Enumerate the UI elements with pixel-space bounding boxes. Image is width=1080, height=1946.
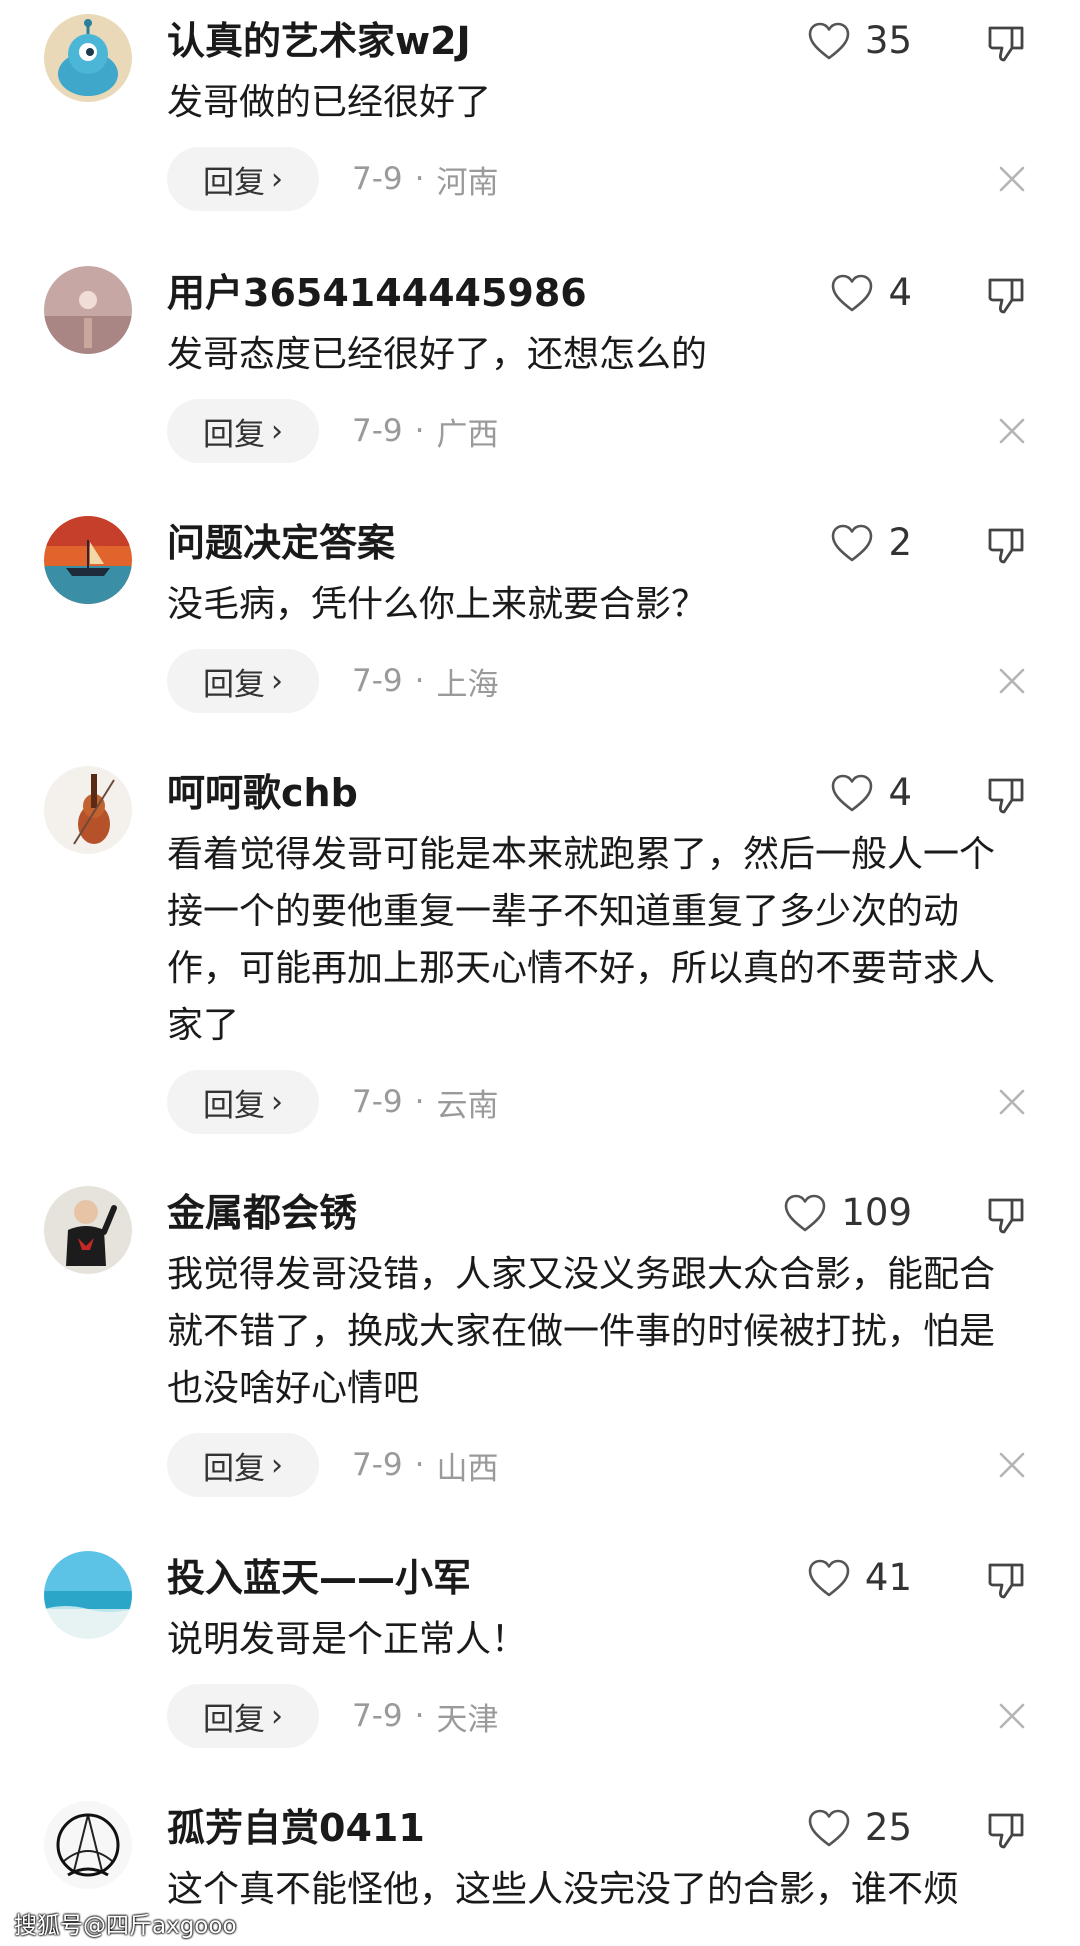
dislike-icon[interactable] bbox=[986, 774, 1028, 816]
like-button[interactable]: 35 bbox=[807, 16, 912, 66]
dislike-icon[interactable] bbox=[986, 524, 1028, 566]
username[interactable]: 呵呵歌chb bbox=[167, 770, 358, 816]
comment-text: 我觉得发哥没错，人家又没义务跟大众合影，能配合就不错了，换成大家在做一件事的时候… bbox=[167, 1254, 996, 1409]
heart-icon bbox=[808, 1809, 850, 1847]
chevron-right-icon: › bbox=[271, 1084, 283, 1120]
username[interactable]: 问题决定答案 bbox=[167, 520, 395, 566]
close-icon[interactable] bbox=[997, 1087, 1027, 1117]
like-button[interactable]: 41 bbox=[807, 1553, 912, 1603]
reply-button[interactable]: 回复 › bbox=[167, 649, 319, 713]
comment-date: 7-9 bbox=[352, 1698, 403, 1734]
comment-location: 天津 bbox=[436, 1701, 499, 1738]
heart-icon bbox=[808, 22, 850, 60]
chevron-right-icon: › bbox=[271, 413, 283, 449]
like-count: 35 bbox=[864, 19, 912, 62]
user-avatar[interactable] bbox=[44, 266, 132, 354]
heart-icon bbox=[808, 1559, 850, 1597]
comment-text: 说明发哥是个正常人！ bbox=[167, 1619, 528, 1660]
comment-date: 7-9 bbox=[352, 161, 403, 197]
dislike-icon[interactable] bbox=[986, 274, 1028, 316]
meta-separator: · bbox=[414, 1698, 425, 1734]
heart-icon bbox=[832, 774, 873, 812]
comment-meta: 回复 › 7-9 · 山西 bbox=[167, 1433, 499, 1497]
like-button[interactable]: 109 bbox=[783, 1188, 912, 1238]
reply-label: 回复 bbox=[203, 164, 265, 201]
comment-location: 广西 bbox=[436, 416, 499, 453]
like-button[interactable]: 25 bbox=[807, 1803, 912, 1853]
comment-location: 上海 bbox=[436, 666, 499, 703]
meta-separator: · bbox=[414, 1084, 425, 1120]
reply-button[interactable]: 回复 › bbox=[167, 1684, 319, 1748]
close-icon[interactable] bbox=[997, 1450, 1027, 1480]
like-count: 25 bbox=[864, 1806, 912, 1849]
like-button[interactable]: 2 bbox=[830, 518, 912, 568]
like-count: 4 bbox=[888, 771, 912, 814]
username[interactable]: 金属都会锈 bbox=[167, 1190, 357, 1236]
meta-separator: · bbox=[414, 413, 425, 449]
heart-icon bbox=[832, 274, 873, 312]
comment-meta: 回复 › 7-9 · 上海 bbox=[167, 649, 499, 713]
user-avatar[interactable] bbox=[44, 766, 132, 854]
chevron-right-icon: › bbox=[271, 1447, 283, 1483]
close-icon[interactable] bbox=[997, 1701, 1027, 1731]
comment-date: 7-9 bbox=[352, 413, 403, 449]
comment-text: 发哥态度已经很好了，还想怎么的 bbox=[167, 334, 708, 375]
like-count: 4 bbox=[888, 271, 912, 314]
comment-text: 看着觉得发哥可能是本来就跑累了，然后一般人一个接一个的要他重复一辈子不知道重复了… bbox=[167, 834, 996, 1046]
comment-date: 7-9 bbox=[352, 1084, 403, 1120]
chevron-right-icon: › bbox=[271, 663, 283, 699]
reply-label: 回复 bbox=[203, 1450, 265, 1487]
user-avatar[interactable] bbox=[44, 1551, 132, 1639]
comment-location: 云南 bbox=[436, 1087, 499, 1124]
close-icon[interactable] bbox=[997, 164, 1027, 194]
username[interactable]: 认真的艺术家w2J bbox=[167, 18, 471, 64]
reply-label: 回复 bbox=[203, 416, 265, 453]
username[interactable]: 投入蓝天——小军 bbox=[167, 1555, 471, 1601]
comment-text: 这个真不能怪他，这些人没完没了的合影，谁不烦 bbox=[167, 1869, 960, 1910]
meta-separator: · bbox=[414, 1447, 425, 1483]
chevron-right-icon: › bbox=[271, 1698, 283, 1734]
reply-button[interactable]: 回复 › bbox=[167, 1070, 319, 1134]
comment-meta: 回复 › 7-9 · 云南 bbox=[167, 1070, 499, 1134]
user-avatar[interactable] bbox=[44, 14, 132, 102]
like-count: 2 bbox=[888, 521, 912, 564]
like-count: 41 bbox=[864, 1556, 912, 1599]
close-icon[interactable] bbox=[997, 416, 1027, 446]
comment-text: 发哥做的已经很好了 bbox=[167, 82, 492, 123]
comment-meta: 回复 › 7-9 · 广西 bbox=[167, 399, 499, 463]
reply-label: 回复 bbox=[203, 1087, 265, 1124]
dislike-icon[interactable] bbox=[986, 1559, 1028, 1601]
reply-button[interactable]: 回复 › bbox=[167, 399, 319, 463]
dislike-icon[interactable] bbox=[986, 22, 1028, 64]
comment-location: 河南 bbox=[436, 164, 499, 201]
user-avatar[interactable] bbox=[44, 1186, 132, 1274]
reply-label: 回复 bbox=[203, 1701, 265, 1738]
comment-meta: 回复 › 7-9 · 天津 bbox=[167, 1684, 499, 1748]
meta-separator: · bbox=[414, 161, 425, 197]
user-avatar[interactable] bbox=[44, 516, 132, 604]
comment-text: 没毛病，凭什么你上来就要合影？ bbox=[167, 584, 708, 625]
chevron-right-icon: › bbox=[271, 161, 283, 197]
username[interactable]: 孤芳自赏0411 bbox=[167, 1805, 425, 1851]
like-button[interactable]: 4 bbox=[830, 268, 912, 318]
like-count: 109 bbox=[841, 1191, 912, 1234]
comment-date: 7-9 bbox=[352, 663, 403, 699]
reply-button[interactable]: 回复 › bbox=[167, 1433, 319, 1497]
user-avatar[interactable] bbox=[44, 1801, 132, 1889]
close-icon[interactable] bbox=[997, 666, 1027, 696]
reply-label: 回复 bbox=[203, 666, 265, 703]
comment-meta: 回复 › 7-9 · 河南 bbox=[167, 147, 499, 211]
watermark: 搜狐号@四斤axgooo bbox=[14, 1913, 237, 1939]
comment-location: 山西 bbox=[436, 1450, 499, 1487]
meta-separator: · bbox=[414, 663, 425, 699]
reply-button[interactable]: 回复 › bbox=[167, 147, 319, 211]
comment-date: 7-9 bbox=[352, 1447, 403, 1483]
dislike-icon[interactable] bbox=[986, 1809, 1028, 1851]
heart-icon bbox=[832, 524, 873, 562]
like-button[interactable]: 4 bbox=[830, 768, 912, 818]
dislike-icon[interactable] bbox=[986, 1194, 1028, 1236]
username[interactable]: 用户3654144445986 bbox=[167, 270, 587, 316]
heart-icon bbox=[785, 1194, 826, 1232]
